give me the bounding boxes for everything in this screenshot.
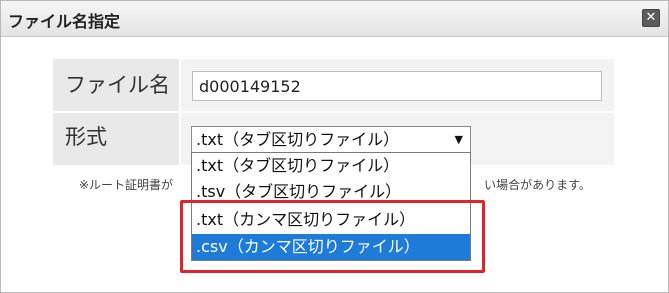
file-name-dialog: ファイル名指定 ✕ ファイル名 形式 .txt（タブ区切りファイル） ▼ ※ルー… [0,0,669,293]
dialog-title: ファイル名指定 [8,12,121,31]
filename-label: ファイル名 [53,59,179,111]
format-option-txt-tab[interactable]: .txt（タブ区切りファイル） [192,153,470,179]
dialog-titlebar: ファイル名指定 ✕ [1,1,668,37]
dropdown-arrow-icon: ▼ [454,133,463,146]
filename-input[interactable] [192,71,602,101]
format-label: 形式 [53,113,179,165]
format-selected-value: .txt（タブ区切りファイル） [196,130,400,149]
note-prefix: ※ルート証明書が [79,178,174,192]
note-suffix: い場合があります。 [484,178,591,192]
highlight-annotation-box [180,200,485,273]
close-icon[interactable]: ✕ [642,9,660,27]
format-select[interactable]: .txt（タブ区切りファイル） ▼ [191,126,471,153]
